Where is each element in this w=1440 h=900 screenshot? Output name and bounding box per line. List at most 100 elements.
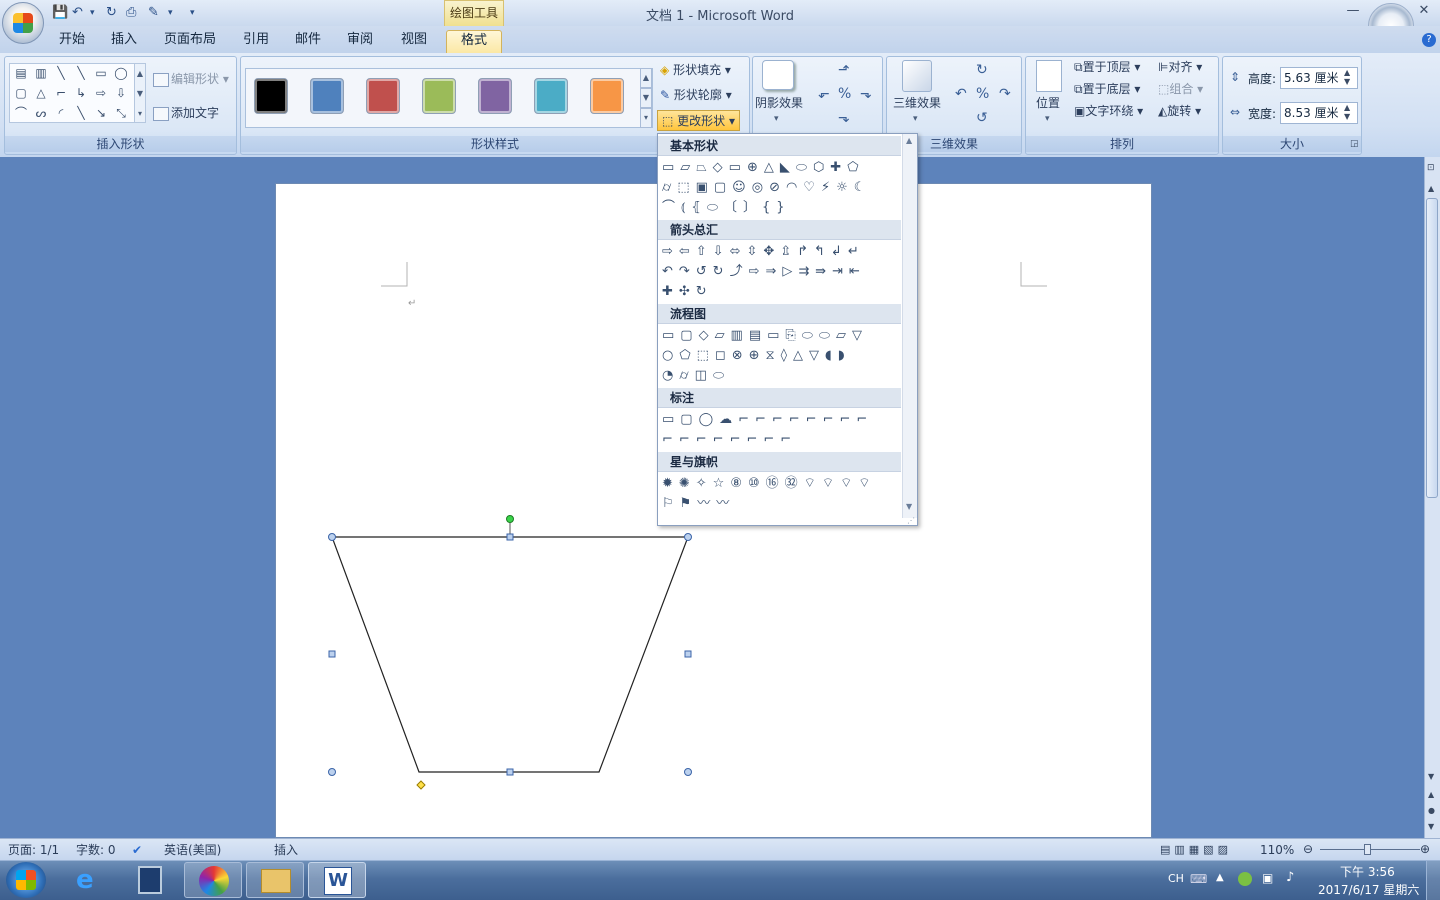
flowchart-shapes-row[interactable]: ○⬠⬚◻⊗⊕⧖◊△▽◖◗	[662, 347, 902, 365]
double-arrow-icon[interactable]: ⤡	[114, 107, 128, 119]
add-text-button[interactable]: 添加文字	[153, 103, 219, 123]
nudge-down-icon[interactable]: ⬎	[838, 110, 850, 126]
nudge-left-icon[interactable]: ⬐	[818, 86, 830, 102]
arrow-shapes-row[interactable]: ✚✣↻	[662, 283, 902, 301]
3d-effect-button[interactable]: 三维效果	[893, 93, 941, 113]
tilt-right-icon[interactable]: ↷	[999, 86, 1011, 102]
insert-mode[interactable]: 插入	[274, 840, 298, 860]
tilt-left-icon[interactable]: ↶	[955, 86, 967, 102]
input-language[interactable]: CH	[1168, 872, 1184, 885]
zoom-in-icon[interactable]: ⊕	[1420, 839, 1430, 859]
arrow-line-icon[interactable]: ↘	[94, 107, 108, 119]
shadow-toggle-icon[interactable]: %	[838, 86, 851, 102]
send-to-back-button[interactable]: ⧉置于底层 ▾	[1074, 79, 1140, 99]
rotation-handle[interactable]	[506, 515, 514, 523]
keyboard-icon[interactable]: ⌨	[1190, 872, 1207, 886]
zoom-out-icon[interactable]: ⊖	[1303, 839, 1313, 859]
gallery-scroll-up[interactable]: ▲	[640, 68, 652, 88]
resize-handle-w[interactable]	[328, 650, 336, 658]
start-button[interactable]	[6, 862, 46, 898]
rectangle-icon[interactable]: ▭	[94, 67, 108, 79]
page-count[interactable]: 页面: 1/1	[8, 840, 59, 860]
style-swatch-blue[interactable]	[310, 78, 344, 114]
gallery-scroll-down[interactable]: ▼	[640, 88, 652, 108]
freeform-icon[interactable]: ⌒	[14, 107, 28, 119]
resize-handle-se[interactable]	[684, 768, 692, 776]
group-button[interactable]: ⬚组合 ▾	[1158, 79, 1203, 99]
clock-date[interactable]: 2017/6/17 星期六	[1318, 881, 1419, 898]
vertical-textbox-icon[interactable]: ▥	[34, 67, 48, 79]
clock-time[interactable]: 下午 3:56	[1340, 863, 1395, 880]
shape-fill-button[interactable]: ◈ 形状填充 ▾	[660, 60, 731, 80]
tab-page-layout[interactable]: 页面布局	[160, 30, 220, 53]
oval-icon[interactable]: ◯	[114, 67, 128, 79]
line-icon[interactable]: ╲	[74, 107, 88, 119]
scroll-up-icon[interactable]: ▲	[1428, 184, 1434, 193]
prev-page-icon[interactable]: ▲	[1428, 790, 1434, 799]
media-taskbar-icon[interactable]	[122, 862, 180, 898]
line-icon[interactable]: ╲	[54, 67, 68, 79]
elbow-connector-icon[interactable]: ⌐	[54, 87, 68, 99]
style-swatch-black[interactable]	[254, 78, 288, 114]
app-taskbar-icon[interactable]	[184, 862, 242, 898]
help-icon[interactable]: ?	[1422, 33, 1436, 47]
word-taskbar-icon[interactable]: W	[308, 862, 366, 898]
position-button[interactable]: 位置	[1036, 93, 1060, 113]
tab-home[interactable]: 开始	[52, 30, 92, 53]
trapezoid-shape[interactable]	[331, 536, 689, 773]
flowchart-shapes-row[interactable]: ◔⌭◫⬭	[662, 367, 902, 385]
proofing-icon[interactable]: ✔	[132, 840, 142, 860]
callout-shapes-row[interactable]: ▭▢◯☁⌐⌐⌐⌐⌐⌐⌐⌐	[662, 411, 902, 429]
close-icon[interactable]: ✕	[1414, 3, 1434, 21]
tab-view[interactable]: 视图	[394, 30, 434, 53]
tab-references[interactable]: 引用	[236, 30, 276, 53]
resize-handle-ne[interactable]	[684, 533, 692, 541]
resize-handle-e[interactable]	[684, 650, 692, 658]
minimize-icon[interactable]: —	[1343, 3, 1363, 21]
basic-shapes-row[interactable]: ⌭⬚▣▢☺◎⊘◠♡⚡☼☾	[662, 179, 902, 197]
show-desktop-button[interactable]	[1426, 861, 1440, 900]
text-wrap-button[interactable]: ▣文字环绕 ▾	[1074, 101, 1143, 121]
network-icon[interactable]: ▣	[1262, 871, 1273, 885]
tray-expand-icon[interactable]: ▲	[1216, 872, 1224, 883]
shadow-dropdown-icon[interactable]: ▾	[774, 114, 779, 124]
down-arrow-icon[interactable]: ⇩	[114, 87, 128, 99]
word-count[interactable]: 字数: 0	[76, 840, 116, 860]
basic-shapes-row[interactable]: ⌒⦅⦃⬭〔〕{}	[662, 199, 902, 217]
tab-mailings[interactable]: 邮件	[288, 30, 328, 53]
style-swatch-purple[interactable]	[478, 78, 512, 114]
browse-object-icon[interactable]: ●	[1428, 806, 1435, 815]
arrow-shapes-row[interactable]: ↶↷↺↻⤴⇨⇒▷⇉⇛⇥⇤	[662, 263, 902, 281]
position-icon[interactable]	[1036, 60, 1062, 92]
change-shape-dropdown[interactable]: 基本形状 ▭▱⏢◇▭⊕△◣⬭⬡✚⬠ ⌭⬚▣▢☺◎⊘◠♡⚡☼☾ ⌒⦅⦃⬭〔〕{} …	[657, 133, 918, 526]
star-shapes-row[interactable]: ✹✺✧☆⑧⑩⑯㉜⌔⌔⌔⌔	[662, 475, 902, 493]
shadow-effect-button[interactable]: 阴影效果	[755, 93, 803, 113]
scroll-down-icon[interactable]: ▼	[1428, 772, 1434, 781]
shapes-gallery-scroll[interactable]: ▲ ▼ ▾	[134, 63, 146, 123]
basic-shapes-row[interactable]: ▭▱⏢◇▭⊕△◣⬭⬡✚⬠	[662, 159, 902, 177]
scroll-thumb[interactable]	[1426, 198, 1438, 498]
tab-insert[interactable]: 插入	[104, 30, 144, 53]
shadow-effect-icon[interactable]	[762, 60, 794, 90]
edit-shape-button[interactable]: 编辑形状 ▾	[153, 69, 229, 89]
flowchart-shapes-row[interactable]: ▭▢◇▱▥▤▭⎘⬭⬭⏥▽	[662, 327, 902, 345]
resize-handle-n[interactable]	[506, 533, 514, 541]
arrow-shapes-row[interactable]: ⇨⇦⇧⇩⬄⇳✥⇫↱↰↲↵	[662, 243, 902, 261]
rotate-button[interactable]: ◭旋转 ▾	[1158, 101, 1201, 121]
star-shapes-row[interactable]: ⚐⚑〰〰	[662, 495, 902, 513]
office-button[interactable]	[2, 2, 44, 44]
language-indicator[interactable]: 英语(美国)	[164, 840, 221, 860]
right-arrow-icon[interactable]: ⇨	[94, 87, 108, 99]
triangle-icon[interactable]: △	[34, 87, 48, 99]
width-spinner-icon[interactable]: ▲ ▼	[1344, 103, 1350, 121]
view-buttons-icon[interactable]: ▤▥▦▧▨	[1160, 840, 1232, 860]
dropdown-scroll-up-icon[interactable]: ▲	[906, 136, 912, 145]
style-swatch-red[interactable]	[366, 78, 400, 114]
resize-handle-nw[interactable]	[328, 533, 336, 541]
adjust-handle[interactable]	[416, 780, 426, 790]
shapes-gallery[interactable]: ▤ ▥ ╲ ╲ ▭ ◯ ▢ △ ⌐ ↳ ⇨ ⇩ ⌒ ᔕ ◜ ╲ ↘ ⤡	[9, 63, 141, 123]
rounded-rect-icon[interactable]: ▢	[14, 87, 28, 99]
textbox-icon[interactable]: ▤	[14, 67, 28, 79]
elbow-arrow-icon[interactable]: ↳	[74, 87, 88, 99]
volume-icon[interactable]: ♪	[1286, 870, 1294, 885]
